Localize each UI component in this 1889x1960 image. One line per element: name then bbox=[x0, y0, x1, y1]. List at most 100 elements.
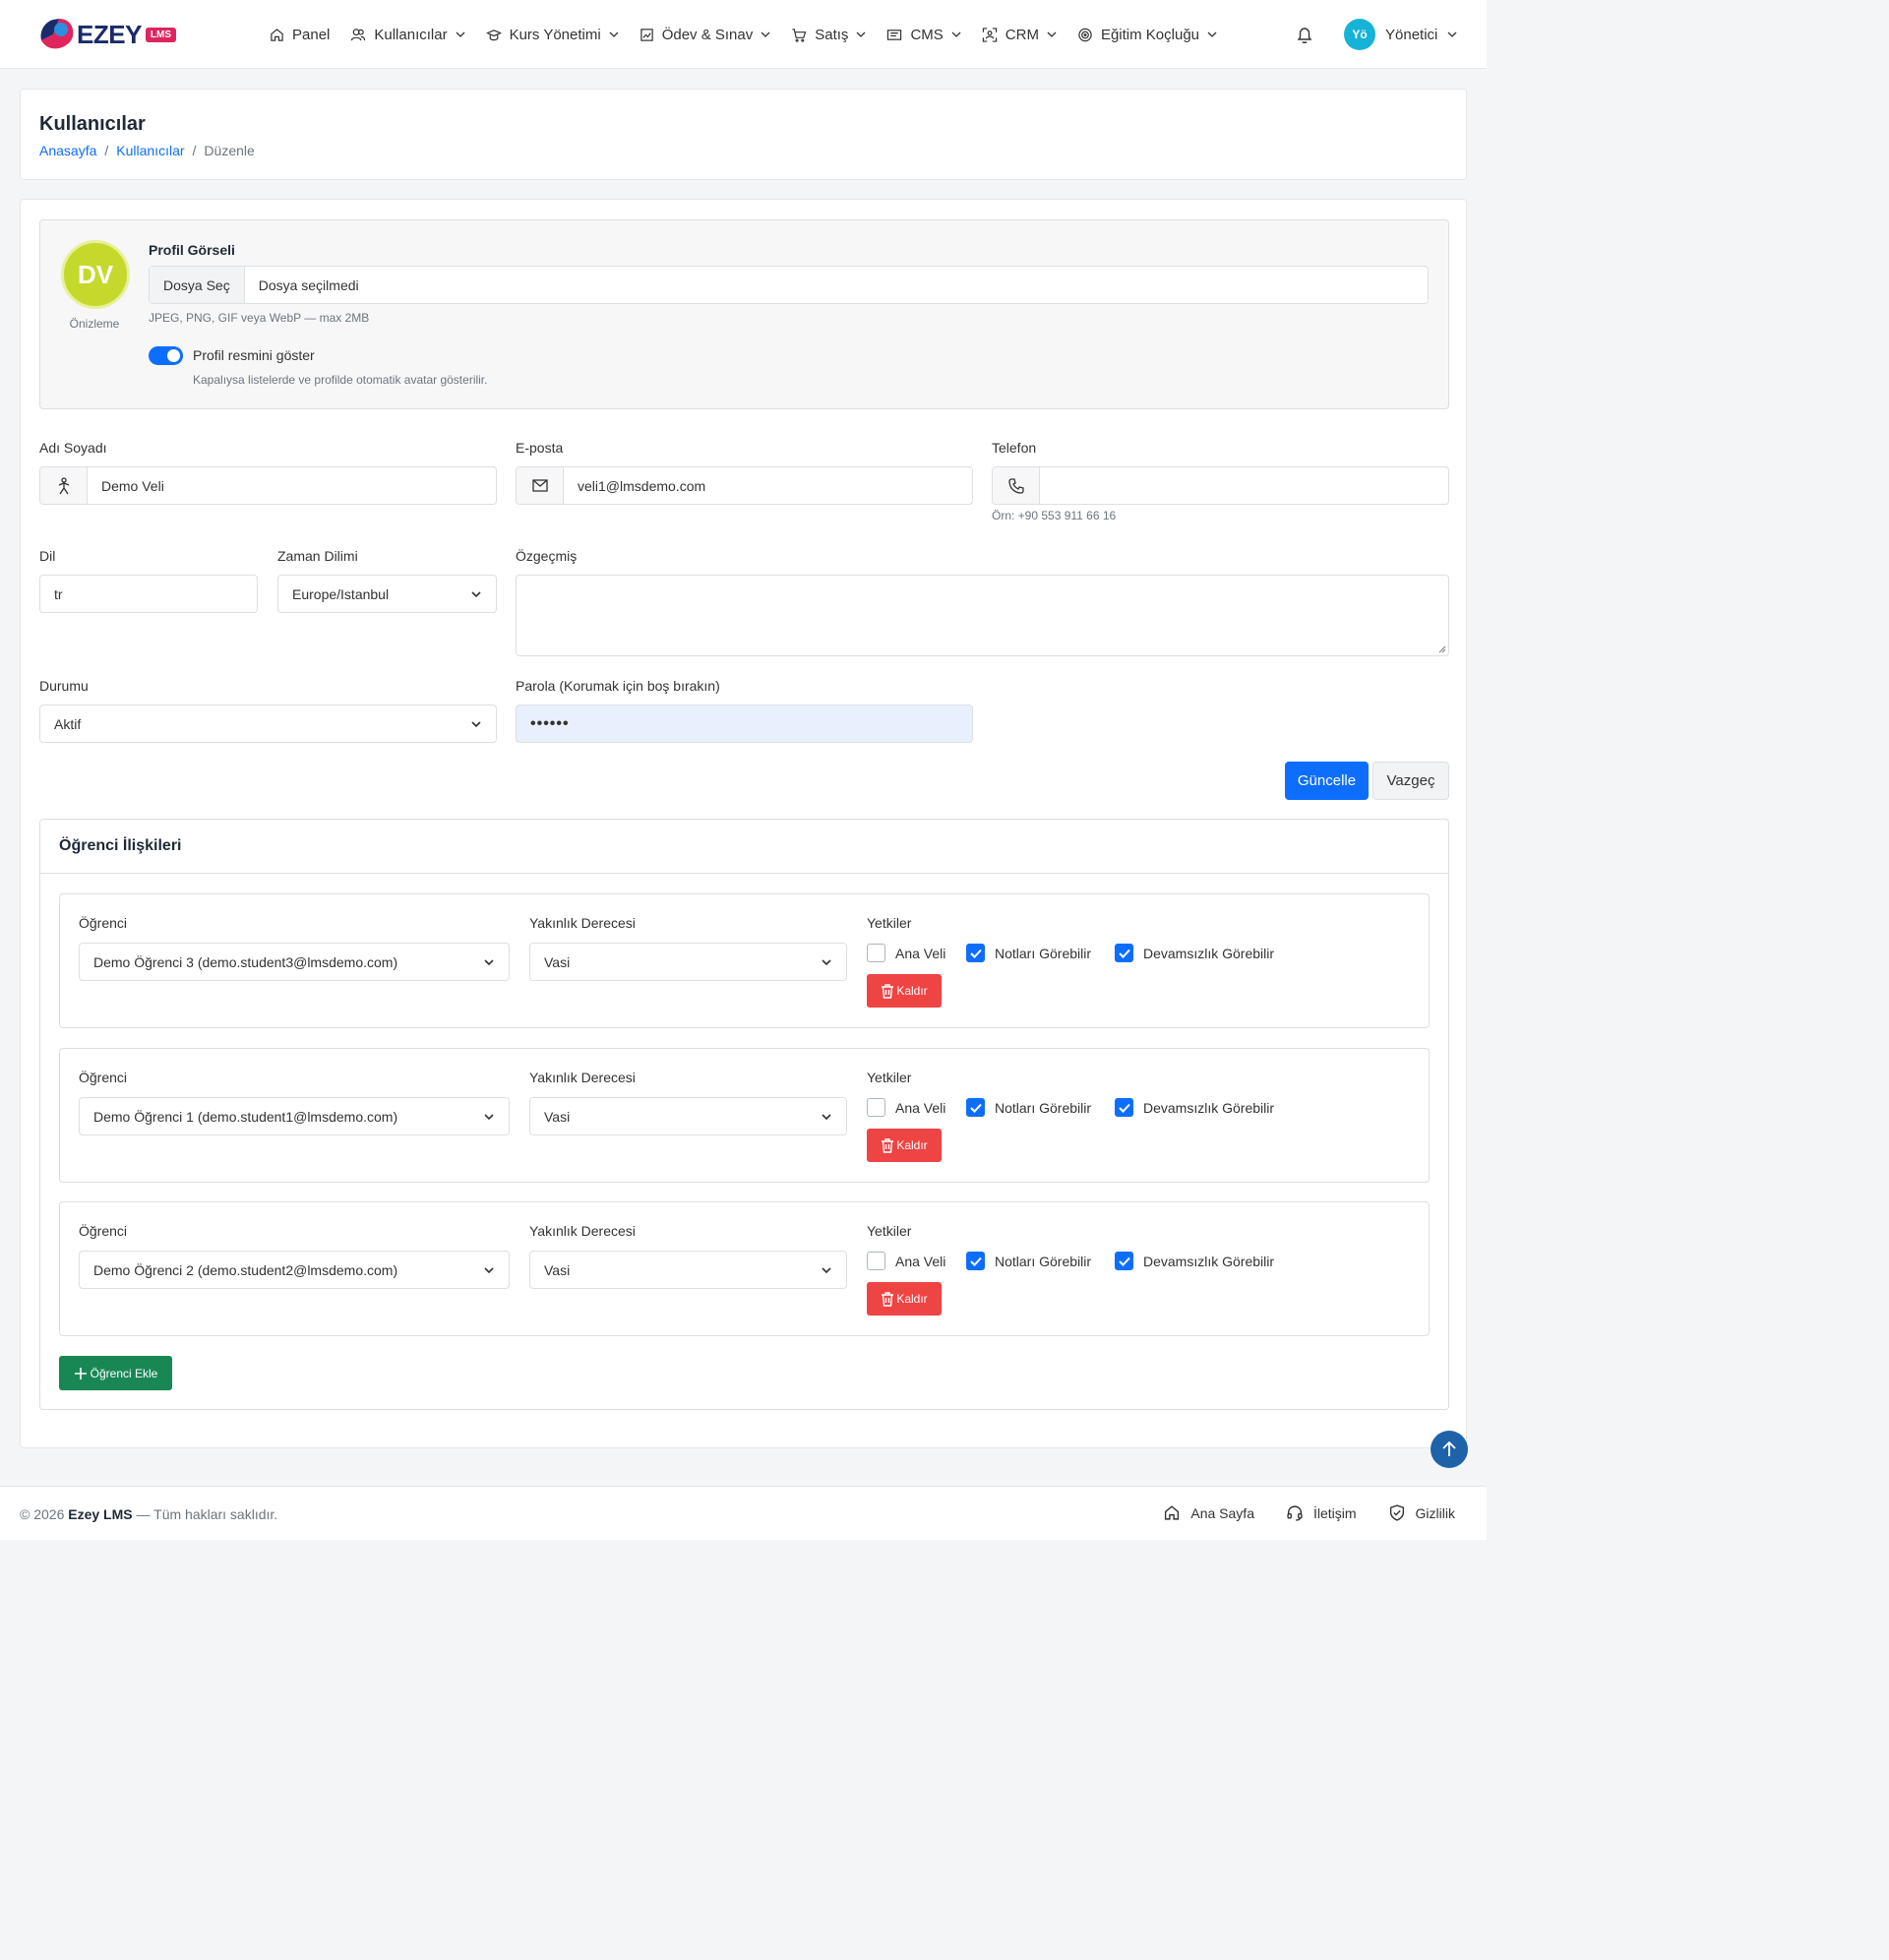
bio-textarea[interactable] bbox=[516, 575, 1449, 656]
perm-view-grades[interactable]: Notları Görebilir bbox=[966, 1098, 1091, 1117]
perm-primary-parent[interactable]: Ana Veli bbox=[867, 1098, 945, 1117]
cancel-button[interactable]: Vazgeç bbox=[1372, 762, 1449, 800]
breadcrumb-separator: / bbox=[104, 143, 109, 158]
nav-item-cms[interactable]: CMS bbox=[886, 27, 961, 43]
chevron-down-icon bbox=[1207, 31, 1217, 37]
choose-file-button[interactable]: Dosya Seç bbox=[150, 267, 245, 303]
student-select[interactable]: Demo Öğrenci 2 (demo.student2@lmsdemo.co… bbox=[79, 1251, 510, 1289]
notifications-button[interactable] bbox=[1296, 26, 1313, 47]
password-field[interactable]: •••••• bbox=[516, 704, 973, 743]
perm-view-attendance[interactable]: Devamsızlık Görebilir bbox=[1115, 1098, 1274, 1117]
users-icon bbox=[351, 28, 366, 40]
nav-item-courses[interactable]: Kurs Yönetimi bbox=[485, 27, 619, 43]
nav-label: Kullanıcılar bbox=[374, 26, 448, 43]
scroll-to-top-button[interactable] bbox=[1431, 1431, 1468, 1468]
checkbox-checked[interactable] bbox=[966, 1098, 985, 1117]
checkbox-checked[interactable] bbox=[1115, 1098, 1133, 1117]
phone-field[interactable] bbox=[992, 466, 1449, 505]
checkbox-checked[interactable] bbox=[966, 944, 985, 962]
footer-link-contact[interactable]: İletişim bbox=[1286, 1504, 1357, 1521]
page-icon bbox=[887, 29, 902, 40]
chevron-down-icon bbox=[1447, 31, 1457, 37]
checkbox-checked[interactable] bbox=[966, 1252, 985, 1270]
degree-select[interactable]: Vasi bbox=[529, 1251, 847, 1289]
nav-item-coaching[interactable]: Eğitim Koçluğu bbox=[1077, 27, 1217, 43]
chevron-down-icon bbox=[484, 959, 494, 966]
trash-icon bbox=[882, 1137, 894, 1153]
student-select[interactable]: Demo Öğrenci 3 (demo.student3@lmsdemo.co… bbox=[79, 943, 510, 981]
logo-mark-icon bbox=[39, 15, 79, 54]
brand-logo[interactable]: EZEY LMS bbox=[39, 14, 177, 55]
nav-label: Satış bbox=[815, 26, 849, 43]
nav-item-exams[interactable]: Ödev & Sınav bbox=[640, 27, 771, 43]
target-person-icon bbox=[982, 27, 997, 42]
user-menu[interactable]: Yö Yönetici bbox=[1344, 19, 1457, 50]
add-student-button[interactable]: Öğrenci Ekle bbox=[59, 1356, 172, 1390]
footer-link-home[interactable]: Ana Sayfa bbox=[1163, 1504, 1254, 1521]
breadcrumb-home[interactable]: Anasayfa bbox=[39, 143, 96, 158]
nav-item-sales[interactable]: Satış bbox=[791, 27, 866, 43]
remove-button[interactable]: Kaldır bbox=[867, 1282, 942, 1316]
add-student-label: Öğrenci Ekle bbox=[90, 1366, 158, 1380]
home-icon bbox=[271, 28, 283, 41]
timezone-select[interactable]: Europe/Istanbul bbox=[277, 575, 497, 613]
footer-link-privacy[interactable]: Gizlilik bbox=[1388, 1504, 1455, 1521]
remove-button[interactable]: Kaldır bbox=[867, 1129, 942, 1162]
perm-primary-parent[interactable]: Ana Veli bbox=[867, 1252, 945, 1270]
perm-view-grades[interactable]: Notları Görebilir bbox=[966, 1252, 1091, 1270]
nav-label: Panel bbox=[292, 26, 331, 43]
perm-view-attendance[interactable]: Devamsızlık Görebilir bbox=[1115, 1252, 1274, 1270]
resize-handle-icon[interactable] bbox=[1438, 645, 1446, 653]
permissions-label: Yetkiler bbox=[867, 1223, 912, 1239]
copyright-prefix: © 2026 bbox=[20, 1506, 65, 1522]
relations-header: Öğrenci İlişkileri bbox=[40, 820, 1448, 874]
checkbox-unchecked[interactable] bbox=[867, 944, 885, 962]
chevron-down-icon bbox=[609, 31, 619, 37]
nav-item-panel[interactable]: Panel bbox=[270, 27, 330, 43]
toggle-help-text: Kapalıysa listelerde ve profilde otomati… bbox=[193, 373, 488, 387]
phone-label: Telefon bbox=[992, 440, 1037, 456]
status-select[interactable]: Aktif bbox=[39, 704, 497, 743]
checkbox-checked[interactable] bbox=[1115, 944, 1133, 962]
checkbox-checked[interactable] bbox=[1115, 1252, 1133, 1270]
breadcrumb-separator: / bbox=[192, 143, 197, 158]
degree-select[interactable]: Vasi bbox=[529, 943, 847, 981]
perm-label: Ana Veli bbox=[895, 1099, 946, 1116]
perm-label: Devamsızlık Görebilir bbox=[1143, 945, 1275, 961]
update-button[interactable]: Güncelle bbox=[1285, 762, 1369, 800]
name-field[interactable]: Demo Veli bbox=[39, 466, 497, 505]
perm-view-grades[interactable]: Notları Görebilir bbox=[966, 944, 1091, 962]
name-label: Adı Soyadı bbox=[39, 440, 107, 456]
profile-file-input[interactable]: Dosya Seç Dosya seçilmedi bbox=[149, 266, 1429, 304]
toggle-label: Profil resmini göster bbox=[193, 347, 315, 363]
copyright-brand: Ezey LMS bbox=[68, 1506, 133, 1522]
nav-label: Ödev & Sınav bbox=[661, 26, 754, 43]
checkbox-unchecked[interactable] bbox=[867, 1252, 885, 1270]
remove-label: Kaldır bbox=[896, 1292, 928, 1306]
email-value: veli1@lmsdemo.com bbox=[578, 477, 706, 494]
breadcrumb-users[interactable]: Kullanıcılar bbox=[116, 143, 184, 158]
headset-icon bbox=[1287, 1505, 1303, 1521]
check-icon bbox=[969, 1256, 982, 1266]
email-field[interactable]: veli1@lmsdemo.com bbox=[516, 466, 973, 505]
phone-help-text: Örn: +90 553 911 66 16 bbox=[992, 509, 1117, 522]
profile-image-section: DV Önizleme Profil Görseli Dosya Seç Dos… bbox=[39, 219, 1449, 409]
remove-button[interactable]: Kaldır bbox=[867, 974, 942, 1008]
perm-primary-parent[interactable]: Ana Veli bbox=[867, 944, 945, 962]
status-label: Durumu bbox=[39, 678, 89, 694]
checkbox-unchecked[interactable] bbox=[867, 1098, 885, 1117]
nav-item-crm[interactable]: CRM bbox=[982, 27, 1057, 43]
show-profile-image-toggle[interactable] bbox=[149, 346, 183, 365]
phone-icon bbox=[993, 467, 1040, 504]
footer-links: Ana Sayfa İletişim Gizlilik bbox=[1163, 1504, 1455, 1521]
language-input[interactable]: tr bbox=[39, 575, 258, 613]
file-help-text: JPEG, PNG, GIF veya WebP — max 2MB bbox=[149, 311, 370, 325]
perm-view-attendance[interactable]: Devamsızlık Görebilir bbox=[1115, 944, 1274, 962]
chevron-down-icon bbox=[471, 721, 481, 728]
graduation-cap-icon bbox=[485, 29, 502, 40]
user-name: Yönetici bbox=[1385, 26, 1438, 43]
degree-select[interactable]: Vasi bbox=[529, 1097, 847, 1135]
student-select[interactable]: Demo Öğrenci 1 (demo.student1@lmsdemo.co… bbox=[79, 1097, 510, 1135]
nav-item-users[interactable]: Kullanıcılar bbox=[350, 26, 465, 43]
trash-icon bbox=[882, 983, 894, 999]
